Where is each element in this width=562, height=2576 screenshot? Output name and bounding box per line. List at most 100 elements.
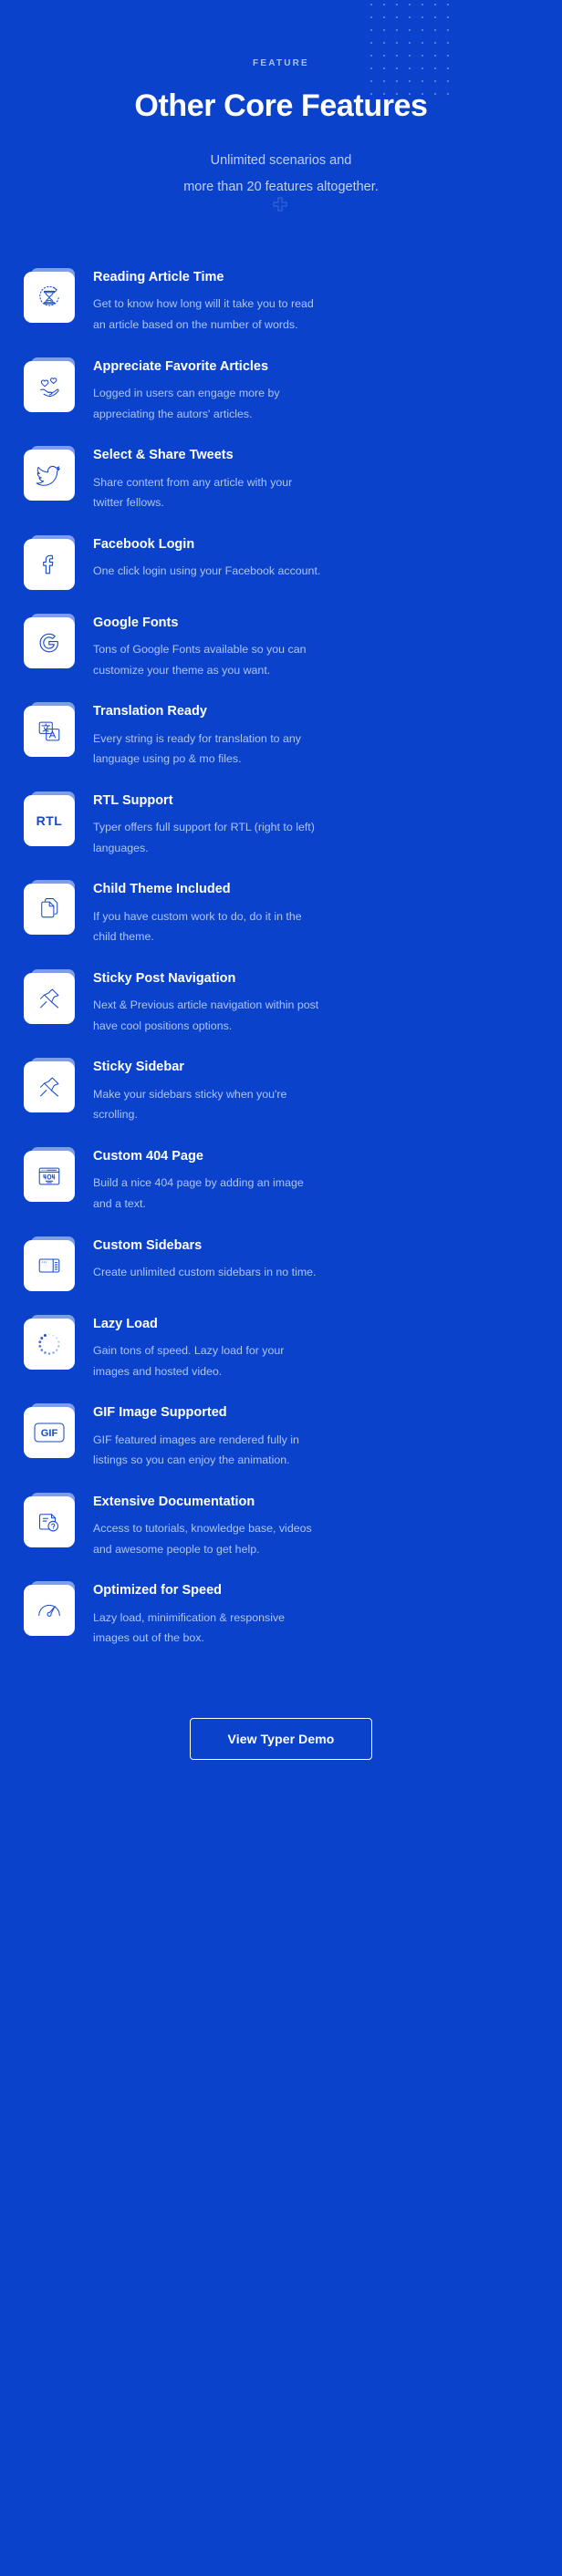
loading-spinner-icon (24, 1318, 75, 1370)
feature-row: GIF GIF Image Supported GIF featured ima… (24, 1402, 538, 1471)
feature-description: Logged in users can engage more by appre… (93, 387, 280, 420)
pin-arrow-icon (24, 1061, 75, 1113)
feature-title: GIF Image Supported (93, 1405, 227, 1421)
feature-text: Extensive Documentation Access to tutori… (93, 1491, 538, 1560)
feature-icon-card (24, 1147, 77, 1204)
feature-text: Sticky Post Navigation Next & Previous a… (93, 967, 538, 1037)
subtitle-line-2: more than 20 features altogether. (183, 180, 379, 195)
feature-row: Child Theme Included If you have custom … (24, 878, 538, 947)
browser-404-icon (24, 1151, 75, 1203)
feature-icon-card (24, 1492, 77, 1549)
feature-row: Lazy Load Gain tons of speed. Lazy load … (24, 1313, 538, 1382)
feature-icon-card (24, 1058, 77, 1114)
eyebrow-label: FEATURE (253, 58, 309, 68)
feature-title: Custom 404 Page (93, 1149, 203, 1164)
feature-text: Lazy Load Gain tons of speed. Lazy load … (93, 1313, 538, 1382)
document-question-icon (24, 1495, 75, 1547)
feature-text: Facebook Login One click login using you… (93, 533, 538, 582)
feature-icon-card (24, 446, 77, 502)
feature-description: One click login using your Facebook acco… (93, 564, 321, 578)
feature-title: Translation Ready (93, 704, 207, 719)
feature-row: RTL RTL Support Typer offers full suppor… (24, 790, 538, 859)
section-footer: View Typer Demo (0, 1717, 562, 1826)
feature-description: Typer offers full support for RTL (right… (93, 821, 315, 854)
feature-title: Sticky Sidebar (93, 1060, 184, 1075)
feature-row: Optimized for Speed Lazy load, minimific… (24, 1579, 538, 1649)
feature-description: Build a nice 404 page by adding an image… (93, 1176, 304, 1210)
feature-icon-card (24, 1581, 77, 1638)
feature-text: Optimized for Speed Lazy load, minimific… (93, 1579, 538, 1649)
feature-icon-card (24, 534, 77, 592)
feature-icon-card (24, 613, 77, 670)
feature-description: Lazy load, minimification & responsive i… (93, 1610, 286, 1645)
feature-icon-card (24, 880, 77, 936)
feature-text: Sticky Sidebar Make your sidebars sticky… (93, 1056, 538, 1125)
feature-description: Get to know how long will it take you to… (93, 297, 314, 332)
feature-icon-card (24, 1236, 77, 1293)
feature-row: Appreciate Favorite Articles Logged in u… (24, 356, 538, 425)
feature-description: If you have custom work to do, do it in … (93, 909, 302, 944)
translate-icon (24, 706, 75, 758)
feature-title: Google Fonts (93, 615, 179, 630)
feature-title: RTL Support (93, 792, 173, 808)
subtitle-line-1: Unlimited scenarios and (210, 153, 352, 169)
feature-row: Reading Article Time Get to know how lon… (24, 266, 538, 336)
feature-description: Make your sidebars sticky when you're sc… (93, 1087, 287, 1122)
layout-sidebar-icon (24, 1239, 75, 1291)
feature-row: Translation Ready Every string is ready … (24, 700, 538, 770)
feature-row: Facebook Login One click login using you… (24, 533, 538, 592)
feature-title: Lazy Load (93, 1316, 158, 1331)
google-g-icon (24, 616, 75, 668)
page-title: Other Core Features (134, 88, 428, 123)
view-typer-demo-button[interactable]: View Typer Demo (190, 1717, 372, 1760)
feature-icon-card (24, 702, 77, 759)
feature-description: Create unlimited custom sidebars in no t… (93, 1265, 317, 1278)
hourglass-clock-icon (24, 272, 75, 324)
svg-text:GIF: GIF (41, 1428, 58, 1439)
feature-description: Next & Previous article navigation withi… (93, 998, 319, 1032)
feature-description: Access to tutorials, knowledge base, vid… (93, 1522, 312, 1556)
feature-title: Extensive Documentation (93, 1494, 255, 1509)
feature-text: RTL Support Typer offers full support fo… (93, 790, 538, 859)
feature-text: Reading Article Time Get to know how lon… (93, 266, 538, 336)
feature-title: Child Theme Included (93, 882, 231, 897)
documents-copy-icon (24, 884, 75, 936)
facebook-icon (24, 538, 75, 590)
feature-text: Google Fonts Tons of Google Fonts availa… (93, 612, 538, 681)
feature-row: Google Fonts Tons of Google Fonts availa… (24, 612, 538, 681)
feature-icon-card: RTL (24, 791, 77, 848)
feature-description: Tons of Google Fonts available so you ca… (93, 643, 307, 677)
feature-title: Appreciate Favorite Articles (93, 358, 269, 374)
feature-icon-card (24, 357, 77, 414)
feature-text: Custom Sidebars Create unlimited custom … (93, 1235, 538, 1283)
speed-gauge-icon (24, 1585, 75, 1637)
feature-icon-card: GIF (24, 1403, 77, 1460)
feature-row: Select & Share Tweets Share content from… (24, 444, 538, 513)
feature-text: Select & Share Tweets Share content from… (93, 444, 538, 513)
features-list: Reading Article Time Get to know how lon… (0, 266, 562, 1649)
feature-title: Optimized for Speed (93, 1583, 222, 1598)
feature-text: Child Theme Included If you have custom … (93, 878, 538, 947)
feature-row: Custom Sidebars Create unlimited custom … (24, 1235, 538, 1293)
feature-row: Custom 404 Page Build a nice 404 page by… (24, 1145, 538, 1215)
section-subtitle: Unlimited scenarios and more than 20 fea… (126, 148, 436, 201)
feature-title: Custom Sidebars (93, 1237, 203, 1253)
pin-arrow-icon (24, 972, 75, 1024)
feature-text: Custom 404 Page Build a nice 404 page by… (93, 1145, 538, 1215)
feature-title: Reading Article Time (93, 270, 224, 285)
feature-description: Gain tons of speed. Lazy load for your i… (93, 1343, 285, 1378)
feature-description: GIF featured images are rendered fully i… (93, 1433, 299, 1467)
twitter-bird-icon (24, 450, 75, 502)
feature-title: Facebook Login (93, 536, 195, 552)
feature-icon-card (24, 968, 77, 1026)
feature-text: GIF Image Supported GIF featured images … (93, 1402, 538, 1471)
feature-icon-card (24, 268, 77, 325)
section-header: FEATURE Other Core Features Unlimited sc… (0, 0, 562, 201)
rtl-text-icon: RTL (24, 794, 75, 846)
feature-title: Select & Share Tweets (93, 448, 234, 463)
feature-row: Sticky Sidebar Make your sidebars sticky… (24, 1056, 538, 1125)
heart-hand-icon (24, 360, 75, 412)
feature-description: Every string is ready for translation to… (93, 731, 301, 766)
feature-text: Appreciate Favorite Articles Logged in u… (93, 356, 538, 425)
feature-description: Share content from any article with your… (93, 475, 293, 510)
